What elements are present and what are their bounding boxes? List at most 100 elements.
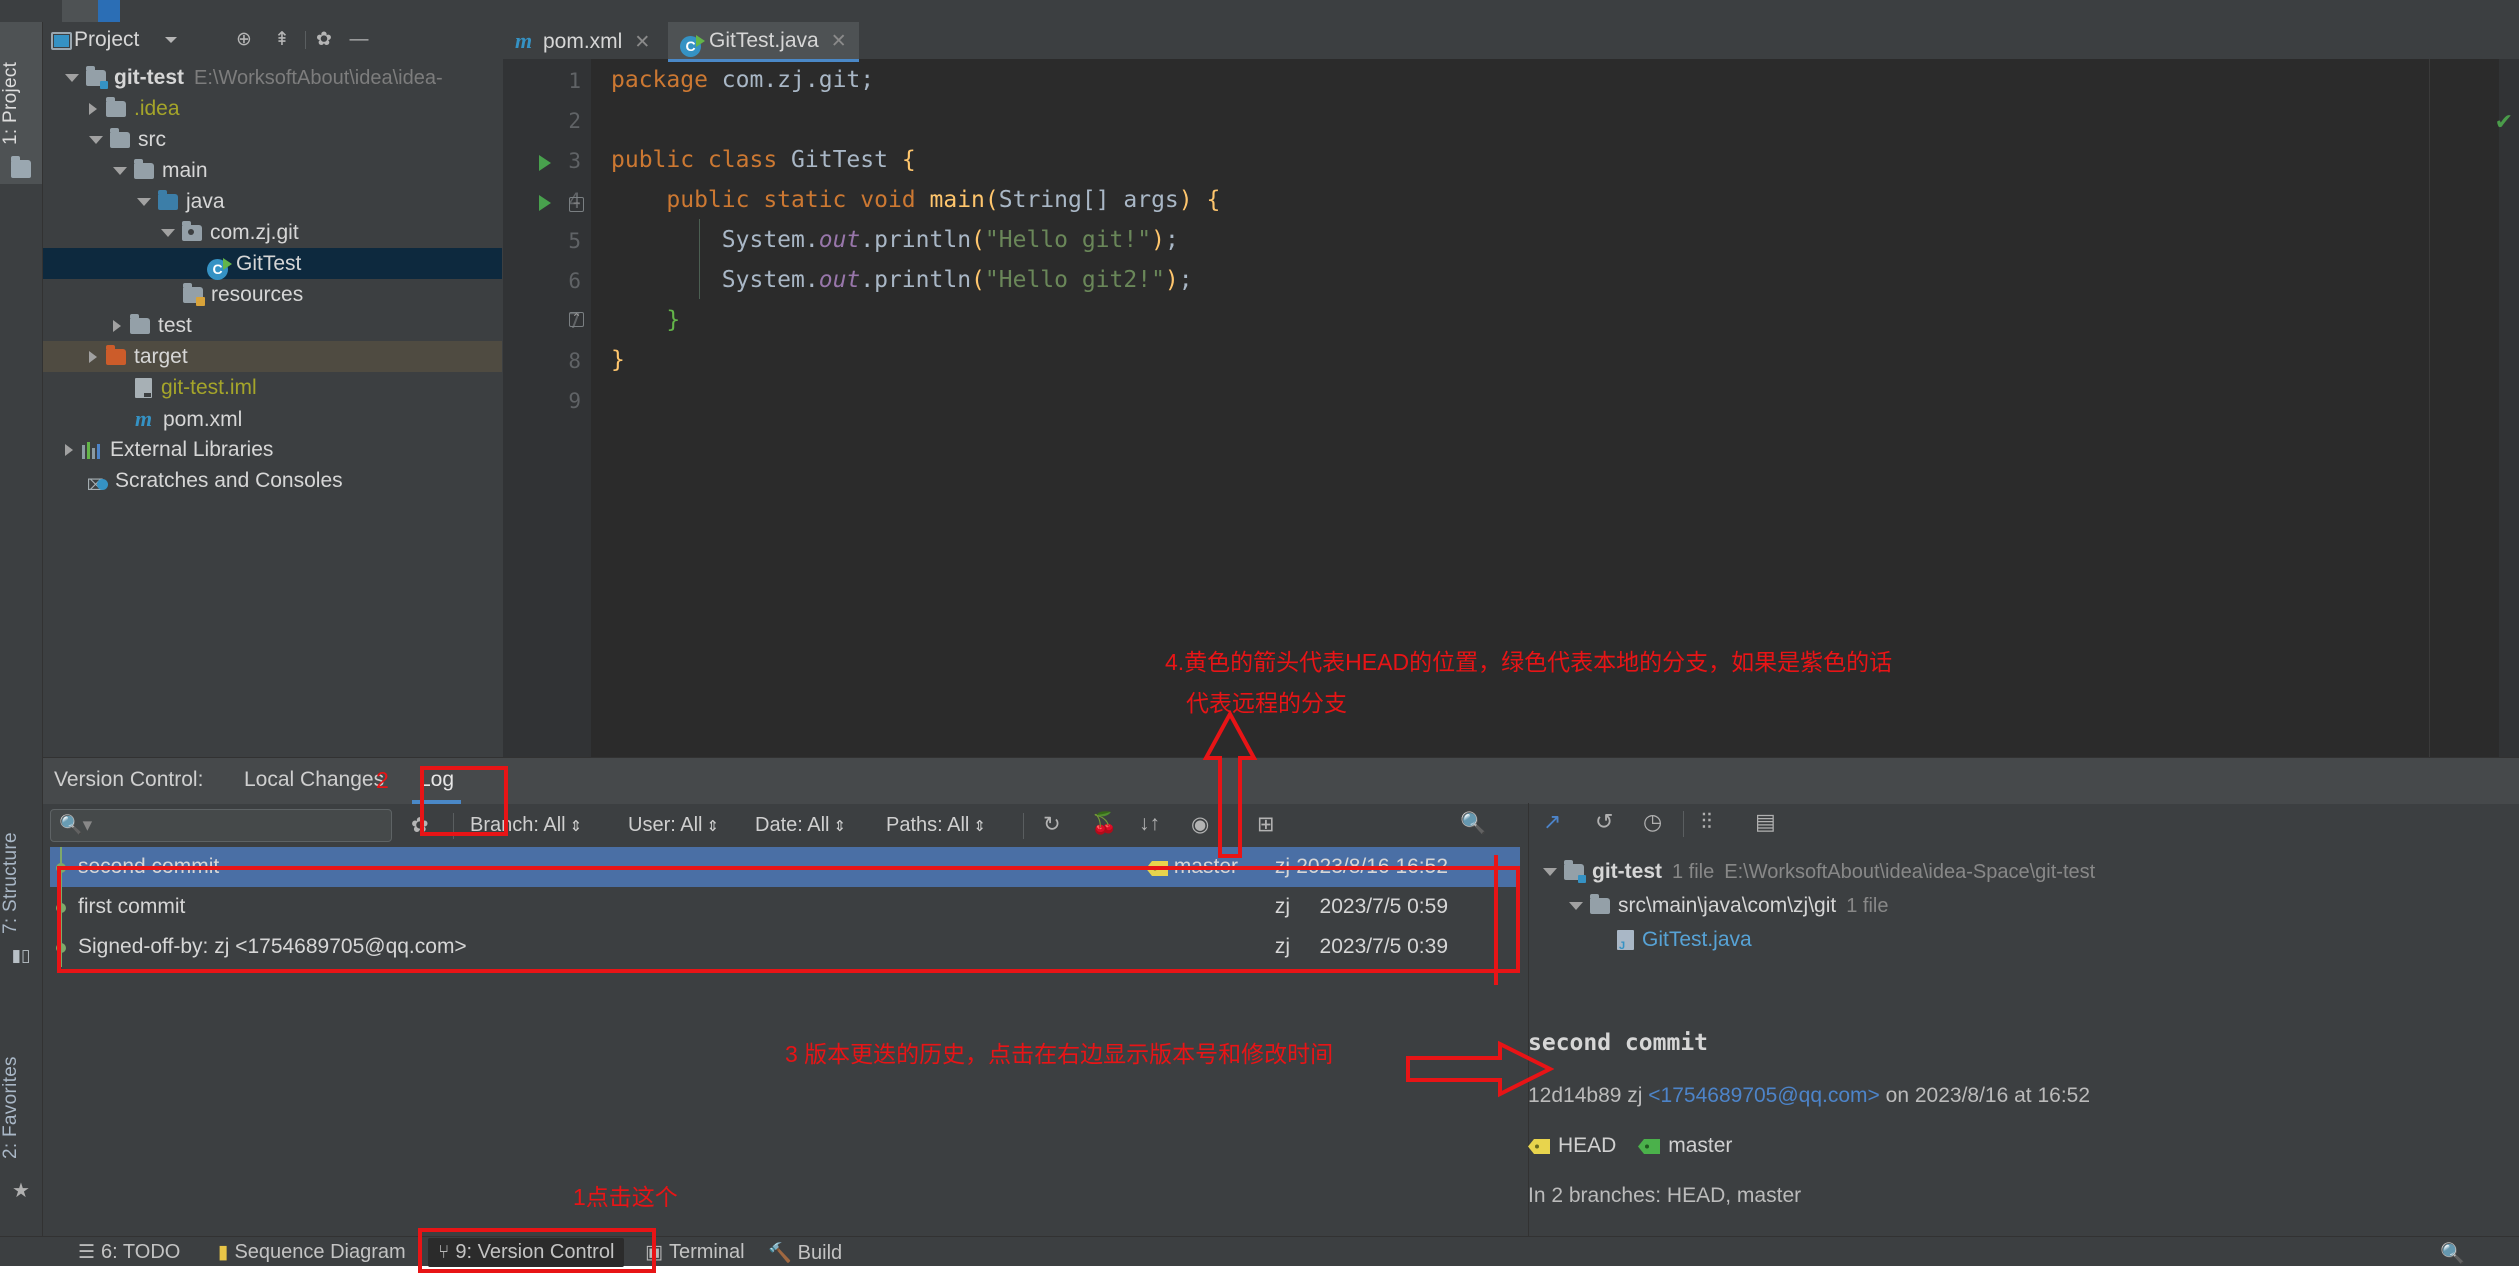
status-terminal[interactable]: ▣ Terminal [645,1241,745,1264]
editor-right-divider [2429,59,2430,757]
project-view-icon [51,32,72,50]
search-input[interactable]: 🔍▾ [50,809,392,842]
sidebar-item-favorites[interactable]: 2: Favorites [0,1022,42,1194]
gear-icon[interactable]: ✿ [313,30,335,50]
tab-gittest-java-label: GitTest.java [709,29,819,52]
tree-item-label: pom.xml [163,408,243,431]
tree-item-label: java [186,190,225,213]
commit-author-email[interactable]: <1754689705@qq.com> [1648,1084,1880,1107]
status-build[interactable]: 🔨 Build [768,1241,842,1265]
tree-item-external-libraries[interactable]: External Libraries [43,434,502,465]
tree-item-path: E:\WorksoftAbout\idea\idea- [194,67,443,89]
tab-gittest-java[interactable]: C GitTest.java ✕ [668,22,859,62]
line-number: 9 [568,389,581,413]
sequence-diagram-icon: ▮ [218,1242,229,1263]
status-bar: ☰ 6: TODO ▮ Sequence Diagram ⑂ 9: Version C… [0,1236,2519,1267]
chevron-down-icon[interactable] [1569,902,1583,911]
line-number: 1 [568,69,581,93]
jump-to-source-icon[interactable]: ↗ [1543,809,1561,835]
filter-date[interactable]: Date: All ⇕ [755,814,846,837]
revert-icon[interactable]: ↺ [1595,809,1613,835]
collapse-all-icon[interactable]: ⇞ [271,30,293,50]
tree-item-test[interactable]: test [43,310,502,341]
close-icon[interactable]: ✕ [634,32,650,53]
chevron-down-icon[interactable] [1543,868,1557,877]
tree-item-resources[interactable]: resources [43,279,502,310]
left-tool-window-bar: 1: Project 7: Structure ▮▯ 2: Favorites … [0,22,43,1265]
editor-marker-bar[interactable]: ✔ [2495,59,2519,757]
code-line-7: } [666,307,681,333]
sort-icon[interactable]: ↓↑ [1139,812,1160,836]
chevron-right-icon[interactable] [89,351,97,364]
line-number: 2 [568,109,581,133]
annotation-box-version-control-status [418,1228,656,1273]
ide-window: 1: Project 7: Structure ▮▯ 2: Favorites … [0,0,2519,1273]
tree-item--idea[interactable]: .idea [43,93,502,124]
package-icon [182,221,202,241]
status-todo[interactable]: ☰ 6: TODO [78,1241,180,1264]
tab-local-changes[interactable]: Local Changes [244,768,384,792]
tree-item-pom-xml[interactable]: m pom.xml [43,403,502,434]
top-strip-segment [62,0,98,22]
chevron-down-icon[interactable] [89,136,103,145]
locate-icon[interactable]: ⊕ [233,30,255,50]
tree-item-scratches-and-consoles[interactable]: ⌦ Scratches and Consoles [43,465,502,496]
changed-file-row[interactable]: GitTest.java [1543,923,2503,957]
java-file-icon [1617,930,1634,951]
chevron-right-icon[interactable] [89,103,97,116]
chevron-down-icon[interactable] [113,167,127,176]
tree-item-label: src [138,128,166,151]
tree-item-git-test[interactable]: git-test E:\WorksoftAbout\idea\idea- [43,62,502,93]
expand-icon[interactable]: ▤ [1755,809,1776,835]
chevron-right-icon[interactable] [113,320,121,333]
filter-user[interactable]: User: All ⇕ [628,814,719,837]
version-control-header: Version Control: Local Changes Log 2 [43,757,2519,804]
chevron-down-icon[interactable] [165,37,177,43]
changed-files-tree[interactable]: git-test 1 file E:\WorksoftAbout\idea\idea… [1543,855,2503,957]
chevron-down-icon[interactable] [137,198,151,207]
project-tree[interactable]: git-test E:\WorksoftAbout\idea\idea- .idea… [43,62,502,496]
hide-icon[interactable]: — [348,30,370,50]
chevron-right-icon[interactable] [65,444,73,457]
history-icon[interactable]: ◷ [1643,809,1662,835]
tree-item-com-zj-git[interactable]: com.zj.git [43,217,502,248]
version-control-label: Version Control: [54,768,204,791]
maven-icon: m [135,406,153,431]
star-icon: ★ [12,1180,30,1202]
filter-paths[interactable]: Paths: All ⇕ [886,814,986,837]
tree-item-src[interactable]: src [43,124,502,155]
tree-item-main[interactable]: main [43,155,502,186]
commit-author: zj [1627,1084,1643,1107]
group-by-icon[interactable]: ⫶⫶ [1701,809,1712,835]
tree-item-target[interactable]: target [43,341,502,372]
changed-file-row[interactable]: git-test 1 file E:\WorksoftAbout\idea\idea… [1543,855,2503,889]
editor-gutter[interactable]: 1 2 3 4 5 6 7 8 9 − ⌃ [503,59,591,757]
folder-icon [110,128,130,148]
tree-item-git-test-iml[interactable]: git-test.iml [43,372,502,403]
close-icon[interactable]: ✕ [831,31,847,52]
build-icon: 🔨 [768,1243,792,1264]
cherry-pick-icon[interactable]: 🍒 [1091,812,1117,836]
search-icon[interactable]: 🔍 [1460,812,1486,836]
line-number: 6 [568,269,581,293]
editor-tab-bar: m pom.xml ✕ C GitTest.java ✕ [503,22,2519,62]
annotation-box-log-tab [420,766,508,836]
refresh-icon[interactable]: ↻ [1043,812,1061,837]
changed-file-row[interactable]: src\main\java\com\zj\git 1 file [1543,889,2503,923]
run-class-icon[interactable] [539,155,551,171]
status-build-label: Build [797,1242,843,1264]
status-event-log[interactable]: 🔍 [2440,1241,2465,1266]
tree-item-gittest[interactable]: C GitTest [43,248,502,280]
fold-end-icon[interactable]: ⌃ [569,312,584,327]
sidebar-item-structure[interactable]: 7: Structure [0,802,42,964]
fold-collapse-icon[interactable]: − [569,197,584,212]
excluded-folder-icon [106,345,126,365]
module-folder-icon [1564,860,1586,883]
tree-item-java[interactable]: java [43,186,502,217]
tab-pom-xml[interactable]: m pom.xml ✕ [503,22,662,59]
divider [1683,811,1684,837]
run-method-icon[interactable] [539,195,551,211]
chevron-down-icon[interactable] [65,74,79,83]
status-sequence-diagram[interactable]: ▮ Sequence Diagram [218,1241,406,1264]
chevron-down-icon[interactable] [161,229,175,238]
